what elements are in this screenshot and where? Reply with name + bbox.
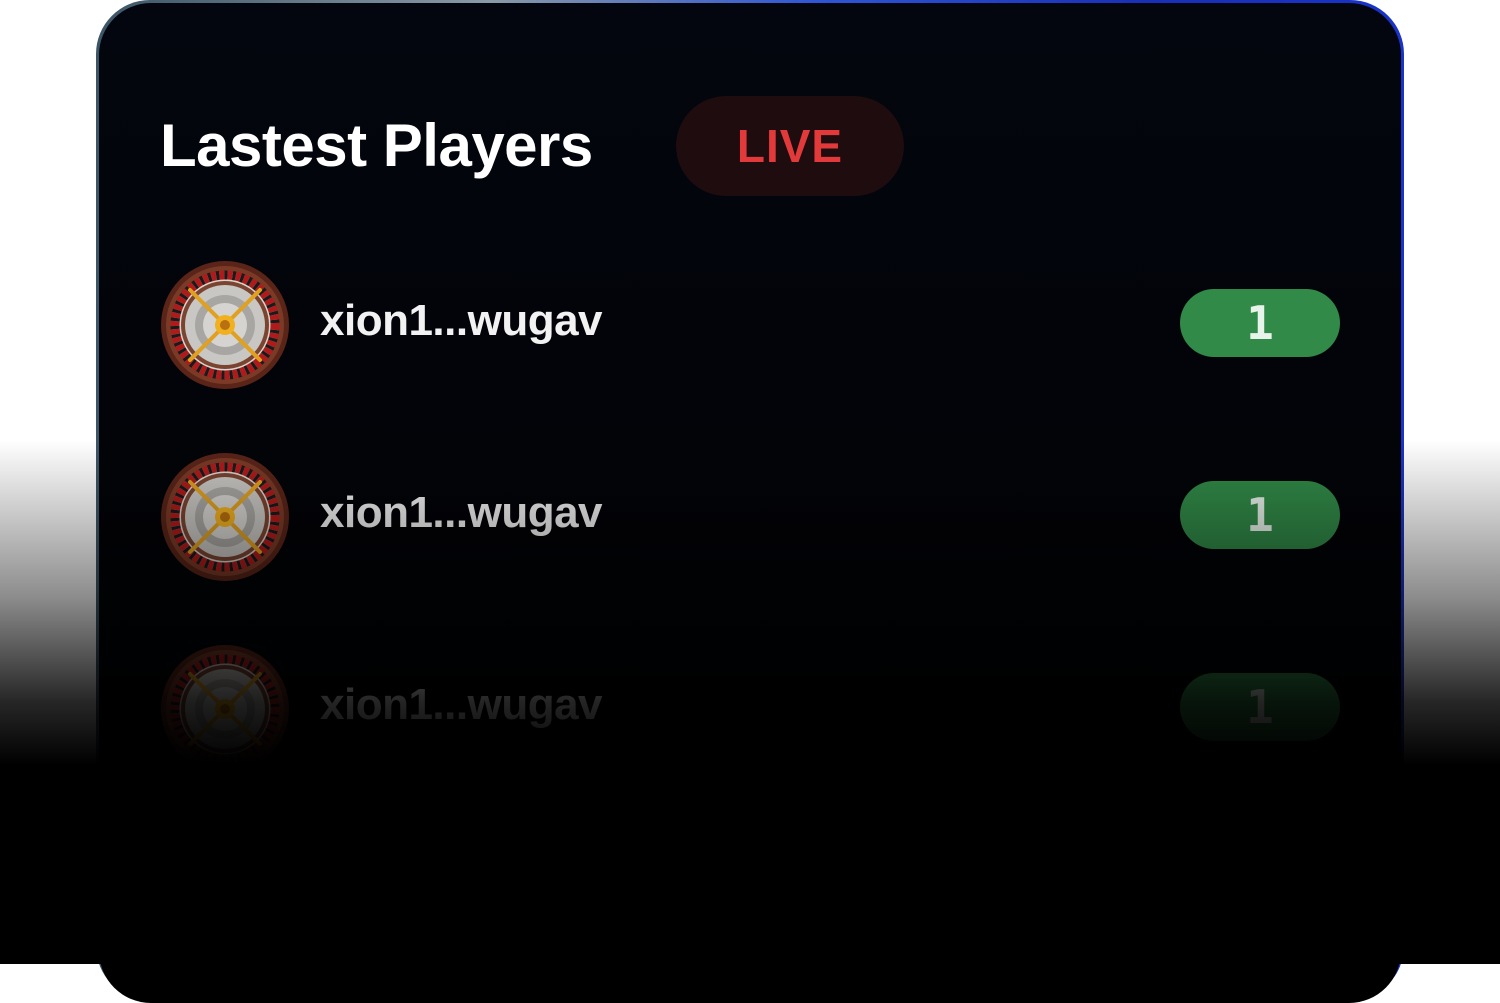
player-address: xion1...wugav (320, 488, 603, 537)
player-count: 1 (1246, 488, 1274, 542)
player-count-badge: 1 (1180, 481, 1340, 549)
player-count: 1 (1246, 296, 1274, 350)
roulette-wheel-icon (160, 260, 290, 390)
player-address: xion1...wugav (320, 680, 603, 729)
player-count-badge: 1 (1180, 289, 1340, 357)
roulette-wheel-icon (160, 644, 290, 774)
player-row[interactable]: xion1...wugav 1 (160, 644, 1340, 774)
live-label: LIVE (736, 120, 844, 172)
roulette-wheel-icon (160, 452, 290, 582)
player-address: xion1...wugav (320, 296, 603, 345)
latest-players-card: Lastest Players LIVE xion1...wugav 1 xio… (99, 3, 1401, 1003)
player-row[interactable]: xion1...wugav 1 (160, 260, 1340, 390)
player-count: 1 (1246, 680, 1274, 734)
player-count-badge: 1 (1180, 673, 1340, 741)
player-row[interactable]: xion1...wugav 1 (160, 452, 1340, 582)
card-title: Lastest Players (160, 112, 593, 179)
live-badge: LIVE (676, 96, 904, 196)
